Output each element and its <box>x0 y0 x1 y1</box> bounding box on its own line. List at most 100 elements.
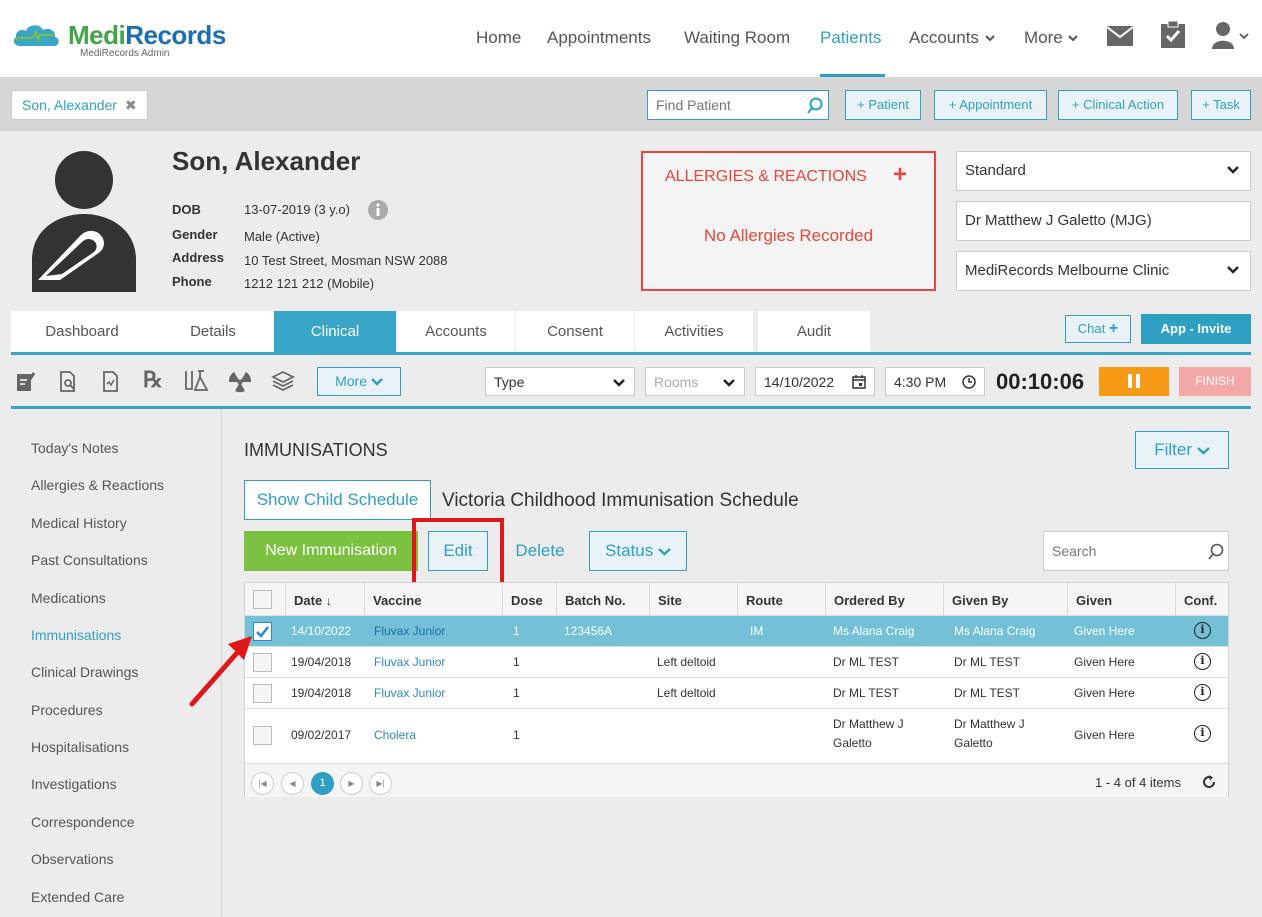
sidebar-item-medical-history[interactable]: Medical History <box>31 515 127 531</box>
row-checkbox[interactable] <box>253 726 272 745</box>
immunisations-table: Date ↓ Vaccine Dose Batch No. Site Route… <box>244 582 1229 797</box>
column-header-ordered-by[interactable]: Ordered By <box>825 583 943 615</box>
last-page-icon[interactable]: ▶| <box>369 772 392 795</box>
nav-appointments[interactable]: Appointments <box>547 28 651 48</box>
info-icon[interactable] <box>368 200 388 220</box>
show-child-schedule-button[interactable]: Show Child Schedule <box>244 480 431 520</box>
info-icon[interactable]: i <box>1194 622 1211 639</box>
user-menu-icon[interactable] <box>1212 21 1252 49</box>
sidebar-item-past-consultations[interactable]: Past Consultations <box>31 552 148 568</box>
table-row[interactable]: 09/02/2017 Cholera 1 Dr Matthew J Galett… <box>245 708 1228 763</box>
sidebar-item-investigations[interactable]: Investigations <box>31 776 117 792</box>
time-picker[interactable]: 4:30 PM <box>885 367 985 396</box>
find-patient-input[interactable] <box>648 91 798 119</box>
info-icon[interactable]: i <box>1194 653 1211 670</box>
tab-details[interactable]: Details <box>153 311 273 353</box>
layers-icon[interactable] <box>271 370 295 392</box>
medirecords-logo[interactable]: MediRecords MediRecords Admin <box>12 20 226 59</box>
sidebar-item-correspondence[interactable]: Correspondence <box>31 814 135 830</box>
cell-vaccine-link[interactable]: Fluvax Junior <box>374 684 445 702</box>
nav-waiting-room[interactable]: Waiting Room <box>684 28 790 48</box>
column-header-site[interactable]: Site <box>649 583 737 615</box>
chat-button[interactable]: Chat + <box>1065 315 1131 343</box>
search-icon[interactable] <box>806 97 824 115</box>
select-all-checkbox[interactable] <box>253 590 272 609</box>
nav-accounts[interactable]: Accounts <box>909 28 996 48</box>
cell-vaccine-link[interactable]: Cholera <box>374 726 416 744</box>
add-patient-button[interactable]: + Patient <box>845 90 921 120</box>
add-allergy-icon[interactable]: + <box>893 161 907 189</box>
lab-flask-icon[interactable] <box>183 369 209 393</box>
sidebar-item-todays-notes[interactable]: Today's Notes <box>31 440 119 456</box>
column-header-vaccine[interactable]: Vaccine <box>364 583 502 615</box>
delete-button[interactable]: Delete <box>503 531 577 571</box>
prescription-icon[interactable]: ℞ <box>143 367 163 393</box>
tab-activities[interactable]: Activities <box>635 311 753 353</box>
clock-icon[interactable] <box>962 375 976 389</box>
sidebar-item-allergies[interactable]: Allergies & Reactions <box>31 477 164 493</box>
finish-button[interactable]: FINISH <box>1179 367 1251 396</box>
nav-patients[interactable]: Patients <box>820 28 881 48</box>
table-row[interactable]: 19/04/2018 Fluvax Junior 1 Left deltoid … <box>245 646 1228 677</box>
tab-clinical[interactable]: Clinical <box>274 311 396 353</box>
calendar-icon[interactable] <box>852 375 866 389</box>
refresh-icon[interactable] <box>1201 774 1217 790</box>
filter-button[interactable]: Filter <box>1135 431 1229 469</box>
info-icon[interactable]: i <box>1194 684 1211 701</box>
sidebar-item-observations[interactable]: Observations <box>31 851 113 867</box>
add-appointment-button[interactable]: + Appointment <box>934 90 1047 120</box>
sidebar-item-hospitalisations[interactable]: Hospitalisations <box>31 739 129 755</box>
clinic-select[interactable]: MediRecords Melbourne Clinic <box>956 251 1251 291</box>
column-header-date[interactable]: Date ↓ <box>285 583 364 615</box>
table-row[interactable]: 14/10/2022 Fluvax Junior 1 123456A IM Ms… <box>245 615 1228 646</box>
next-page-icon[interactable]: ▶ <box>340 772 363 795</box>
tab-accounts[interactable]: Accounts <box>397 311 515 353</box>
radiation-icon[interactable] <box>228 371 252 393</box>
prev-page-icon[interactable]: ◀ <box>281 772 304 795</box>
clipboard-task-icon[interactable] <box>1160 20 1186 48</box>
column-header-batch[interactable]: Batch No. <box>556 583 649 615</box>
open-patient-tab[interactable]: Son, Alexander ✖ <box>11 90 148 120</box>
brand-name: MediRecords <box>68 20 226 50</box>
nav-more[interactable]: More <box>1024 28 1079 48</box>
sidebar-item-extended-care[interactable]: Extended Care <box>31 889 124 905</box>
sidebar-item-medications[interactable]: Medications <box>31 590 106 606</box>
page-number[interactable]: 1 <box>311 772 334 795</box>
column-header-given-by[interactable]: Given By <box>943 583 1067 615</box>
app-invite-button[interactable]: App - Invite <box>1141 314 1251 344</box>
nav-home[interactable]: Home <box>476 28 521 48</box>
column-header-route[interactable]: Route <box>737 583 825 615</box>
add-task-button[interactable]: + Task <box>1191 90 1251 120</box>
cell-vaccine-link[interactable]: Fluvax Junior <box>374 653 445 671</box>
doctor-field[interactable]: Dr Matthew J Galetto (MJG) <box>956 201 1251 241</box>
tab-audit[interactable]: Audit <box>758 311 870 353</box>
sidebar-item-procedures[interactable]: Procedures <box>31 702 103 718</box>
column-header-dose[interactable]: Dose <box>502 583 556 615</box>
cell-vaccine-link[interactable]: Fluvax Junior <box>374 622 445 640</box>
column-header-given[interactable]: Given <box>1067 583 1175 615</box>
immunisation-search-input[interactable] <box>1044 532 1194 570</box>
column-header-conf[interactable]: Conf. <box>1175 583 1228 615</box>
close-icon[interactable]: ✖ <box>125 97 137 113</box>
sidebar-item-immunisations[interactable]: Immunisations <box>31 627 121 643</box>
notes-icon[interactable] <box>16 371 36 393</box>
info-icon[interactable]: i <box>1194 725 1211 742</box>
mail-icon[interactable] <box>1107 26 1133 46</box>
document-search-icon[interactable] <box>59 371 77 393</box>
table-row[interactable]: 19/04/2018 Fluvax Junior 1 Left deltoid … <box>245 677 1228 708</box>
pause-button[interactable] <box>1099 367 1169 396</box>
first-page-icon[interactable]: |◀ <box>251 772 274 795</box>
report-icon[interactable] <box>102 371 120 393</box>
status-button[interactable]: Status <box>589 531 687 571</box>
template-select[interactable]: Standard <box>956 151 1251 191</box>
search-icon[interactable] <box>1207 543 1225 561</box>
add-clinical-action-button[interactable]: + Clinical Action <box>1058 90 1178 120</box>
type-select[interactable]: Type <box>485 367 635 396</box>
date-picker[interactable]: 14/10/2022 <box>755 367 875 396</box>
toolbar-more-button[interactable]: More <box>317 367 401 396</box>
tab-consent[interactable]: Consent <box>516 311 634 353</box>
rooms-select[interactable]: Rooms <box>645 367 745 396</box>
new-immunisation-button[interactable]: New Immunisation <box>244 531 418 571</box>
sidebar-item-clinical-drawings[interactable]: Clinical Drawings <box>31 664 138 680</box>
tab-dashboard[interactable]: Dashboard <box>11 311 153 353</box>
